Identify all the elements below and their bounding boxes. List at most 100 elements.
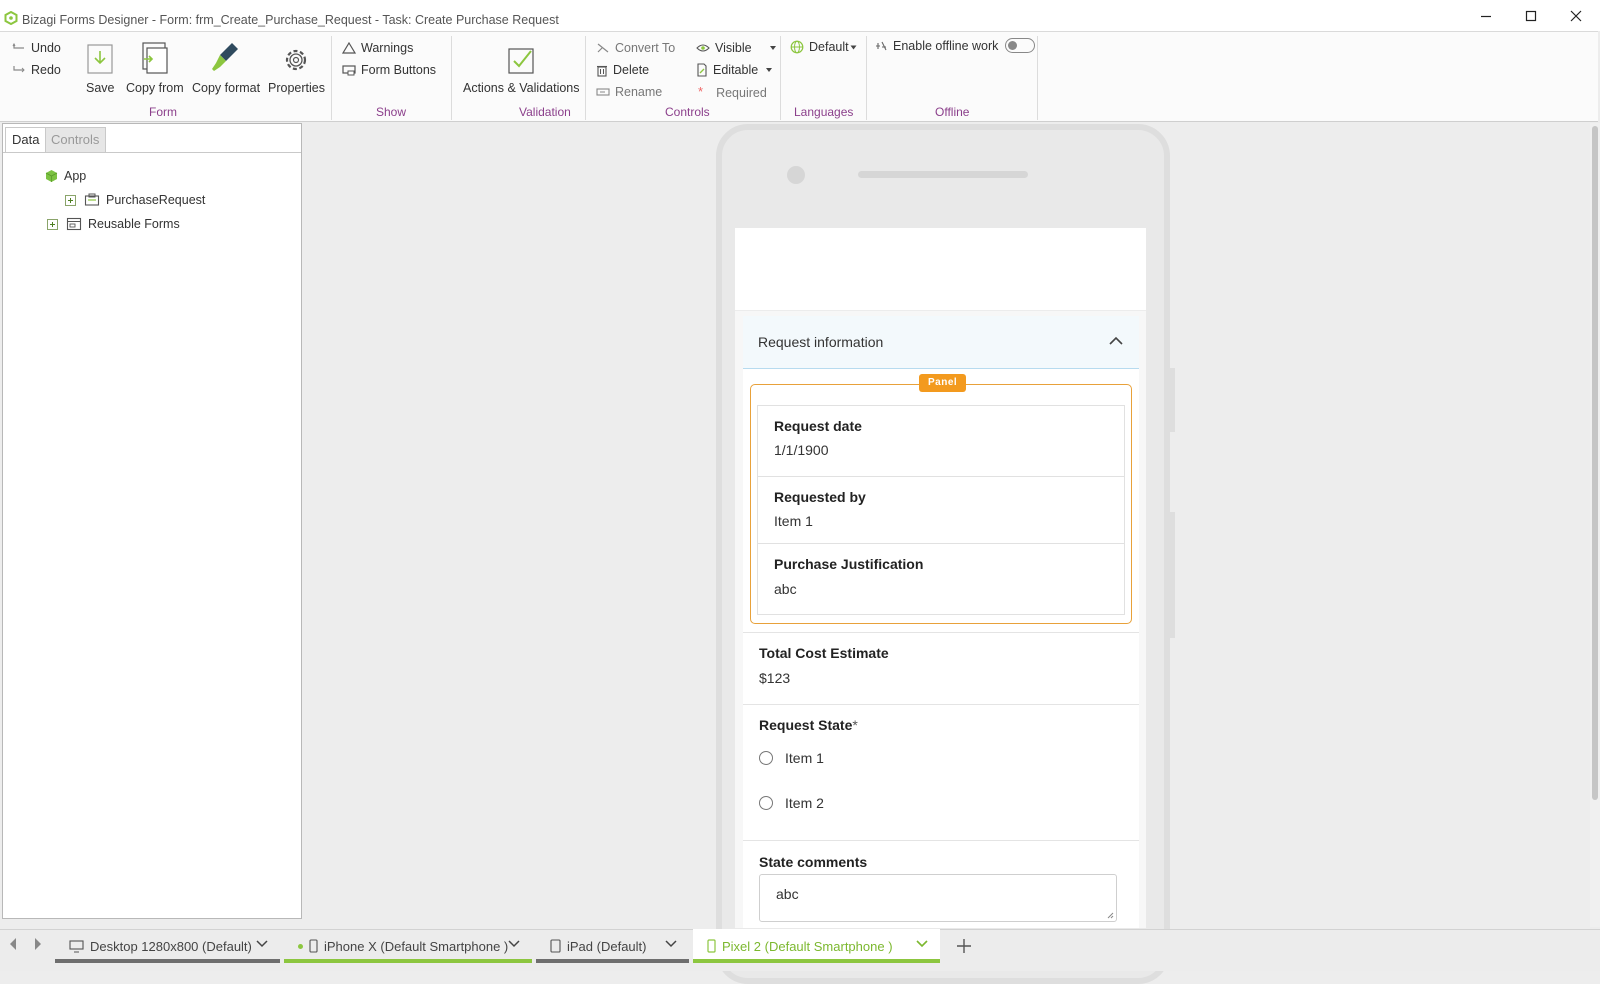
smartphone-icon [707, 939, 716, 953]
device-tab-label: Pixel 2 (Default Smartphone ) [722, 938, 893, 954]
radio-option-item-2[interactable]: Item 2 [759, 795, 824, 811]
redo-label: Redo [31, 63, 61, 77]
form-buttons-button[interactable]: Form Buttons [342, 63, 436, 77]
copy-from-button[interactable]: Copy from [126, 39, 184, 95]
field-requested-by[interactable]: Requested by Item 1 [757, 476, 1125, 544]
maximize-button[interactable] [1508, 0, 1554, 31]
textarea-value: abc [776, 886, 799, 902]
chevron-down-icon[interactable] [665, 940, 677, 948]
save-button[interactable]: Save [86, 39, 115, 95]
scroll-left-button[interactable] [8, 937, 18, 951]
device-tab-ipad[interactable]: iPad (Default) [536, 929, 689, 963]
plus-icon [957, 939, 971, 953]
redo-button[interactable]: Redo [12, 63, 61, 77]
actions-validations-label: Actions & Validations [463, 81, 580, 95]
offline-toggle-label: Enable offline work [893, 38, 999, 53]
globe-icon [790, 40, 804, 54]
paintbrush-icon [212, 43, 239, 71]
offline-toggle[interactable]: Enable offline work [874, 38, 1036, 53]
radio-label: Item 2 [785, 795, 824, 811]
rename-label: Rename [615, 85, 663, 99]
tree-node-purchaserequest[interactable]: PurchaseRequest [65, 193, 205, 207]
dropdown-arrow-icon [850, 45, 857, 49]
visible-dropdown[interactable]: Visible [696, 41, 777, 55]
speaker-icon [858, 171, 1028, 178]
undo-button[interactable]: Undo [12, 41, 61, 55]
chevron-up-icon[interactable] [1108, 336, 1124, 346]
checkbox-validation-icon [508, 48, 534, 74]
ribbon-divider [331, 36, 332, 120]
tree-node-reusable-forms[interactable]: Reusable Forms [47, 217, 180, 231]
radio-button[interactable] [759, 796, 773, 810]
actions-validations-button[interactable]: Actions & Validations [463, 39, 580, 95]
convert-to-label: Convert To [615, 41, 676, 55]
dropdown-arrow-icon [766, 68, 773, 72]
group-title: Request information [758, 334, 884, 350]
triangle-left-icon [10, 938, 16, 950]
editable-dropdown[interactable]: Editable [696, 63, 773, 77]
rename-button[interactable]: Rename [596, 85, 662, 99]
field-total-cost-estimate[interactable]: Total Cost Estimate $123 [743, 633, 1139, 703]
resize-handle-icon[interactable] [1107, 912, 1114, 919]
data-explorer-panel: Data Controls App PurchaseRequest Reusab… [2, 123, 302, 919]
tab-controls[interactable]: Controls [44, 127, 107, 152]
convert-to-button[interactable]: Convert To [596, 41, 675, 55]
device-tab-iphone-x[interactable]: iPhone X (Default Smartphone ) [284, 929, 532, 963]
bizagi-logo-icon [4, 11, 18, 25]
save-icon [87, 44, 113, 74]
ribbon-divider [451, 36, 452, 120]
tab-divider [3, 152, 301, 153]
delete-label: Delete [613, 63, 650, 77]
group-label-controls: Controls [665, 105, 710, 119]
gear-icon [286, 49, 307, 71]
dropdown-arrow-icon [769, 46, 776, 50]
chevron-down-icon[interactable] [916, 940, 928, 948]
group-label-form: Form [149, 105, 177, 119]
field-label: Total Cost Estimate [759, 645, 889, 661]
form-buttons-icon [342, 65, 356, 76]
delete-button[interactable]: Delete [596, 63, 649, 77]
scrollbar-thumb[interactable] [1592, 126, 1598, 800]
radio-button[interactable] [759, 751, 773, 765]
panel-badge: Panel [919, 374, 967, 392]
add-device-button[interactable] [944, 929, 984, 963]
tree-node-app[interactable]: App [45, 169, 86, 183]
properties-button[interactable]: Properties [268, 39, 325, 95]
tab-underline [693, 959, 940, 963]
form-header [735, 228, 1146, 311]
field-divider [743, 840, 1139, 841]
editable-label: Editable [713, 63, 759, 77]
language-dropdown[interactable]: Default [790, 40, 857, 54]
device-tab-pixel-2[interactable]: Pixel 2 (Default Smartphone ) [693, 929, 940, 963]
warning-icon [342, 42, 356, 54]
device-tab-desktop[interactable]: Desktop 1280x800 (Default) [55, 929, 280, 963]
undo-icon [12, 43, 24, 49]
tab-data[interactable]: Data [5, 127, 47, 152]
toggle-switch[interactable] [1005, 38, 1036, 53]
minimize-icon [1481, 15, 1491, 17]
expand-icon[interactable] [65, 194, 76, 206]
device-tab-label: iPhone X (Default Smartphone ) [324, 938, 509, 954]
group-header[interactable]: Request information [743, 316, 1139, 369]
ribbon: Undo Redo Save Copy from Copy format Pro… [0, 31, 1598, 122]
field-request-date[interactable]: Request date 1/1/1900 [757, 405, 1125, 477]
required-button[interactable]: * Required [698, 82, 767, 101]
state-comments-textarea[interactable]: abc [759, 874, 1117, 922]
expand-icon[interactable] [47, 218, 58, 230]
camera-icon [787, 166, 805, 184]
copy-format-button[interactable]: Copy format [192, 39, 260, 95]
close-icon [1570, 10, 1582, 21]
chevron-down-icon[interactable] [508, 940, 520, 948]
minimize-button[interactable] [1463, 0, 1509, 31]
chevron-down-icon[interactable] [256, 940, 268, 948]
close-button[interactable] [1553, 0, 1599, 31]
field-label: Purchase Justification [774, 556, 924, 572]
field-purchase-justification[interactable]: Purchase Justification abc [757, 543, 1125, 615]
radio-option-item-1[interactable]: Item 1 [759, 750, 824, 766]
scroll-right-button[interactable] [33, 937, 43, 951]
monitor-icon [69, 939, 84, 952]
ribbon-divider [585, 36, 586, 120]
warnings-button[interactable]: Warnings [342, 41, 413, 55]
trash-icon [597, 65, 607, 77]
form-icon [66, 217, 82, 231]
